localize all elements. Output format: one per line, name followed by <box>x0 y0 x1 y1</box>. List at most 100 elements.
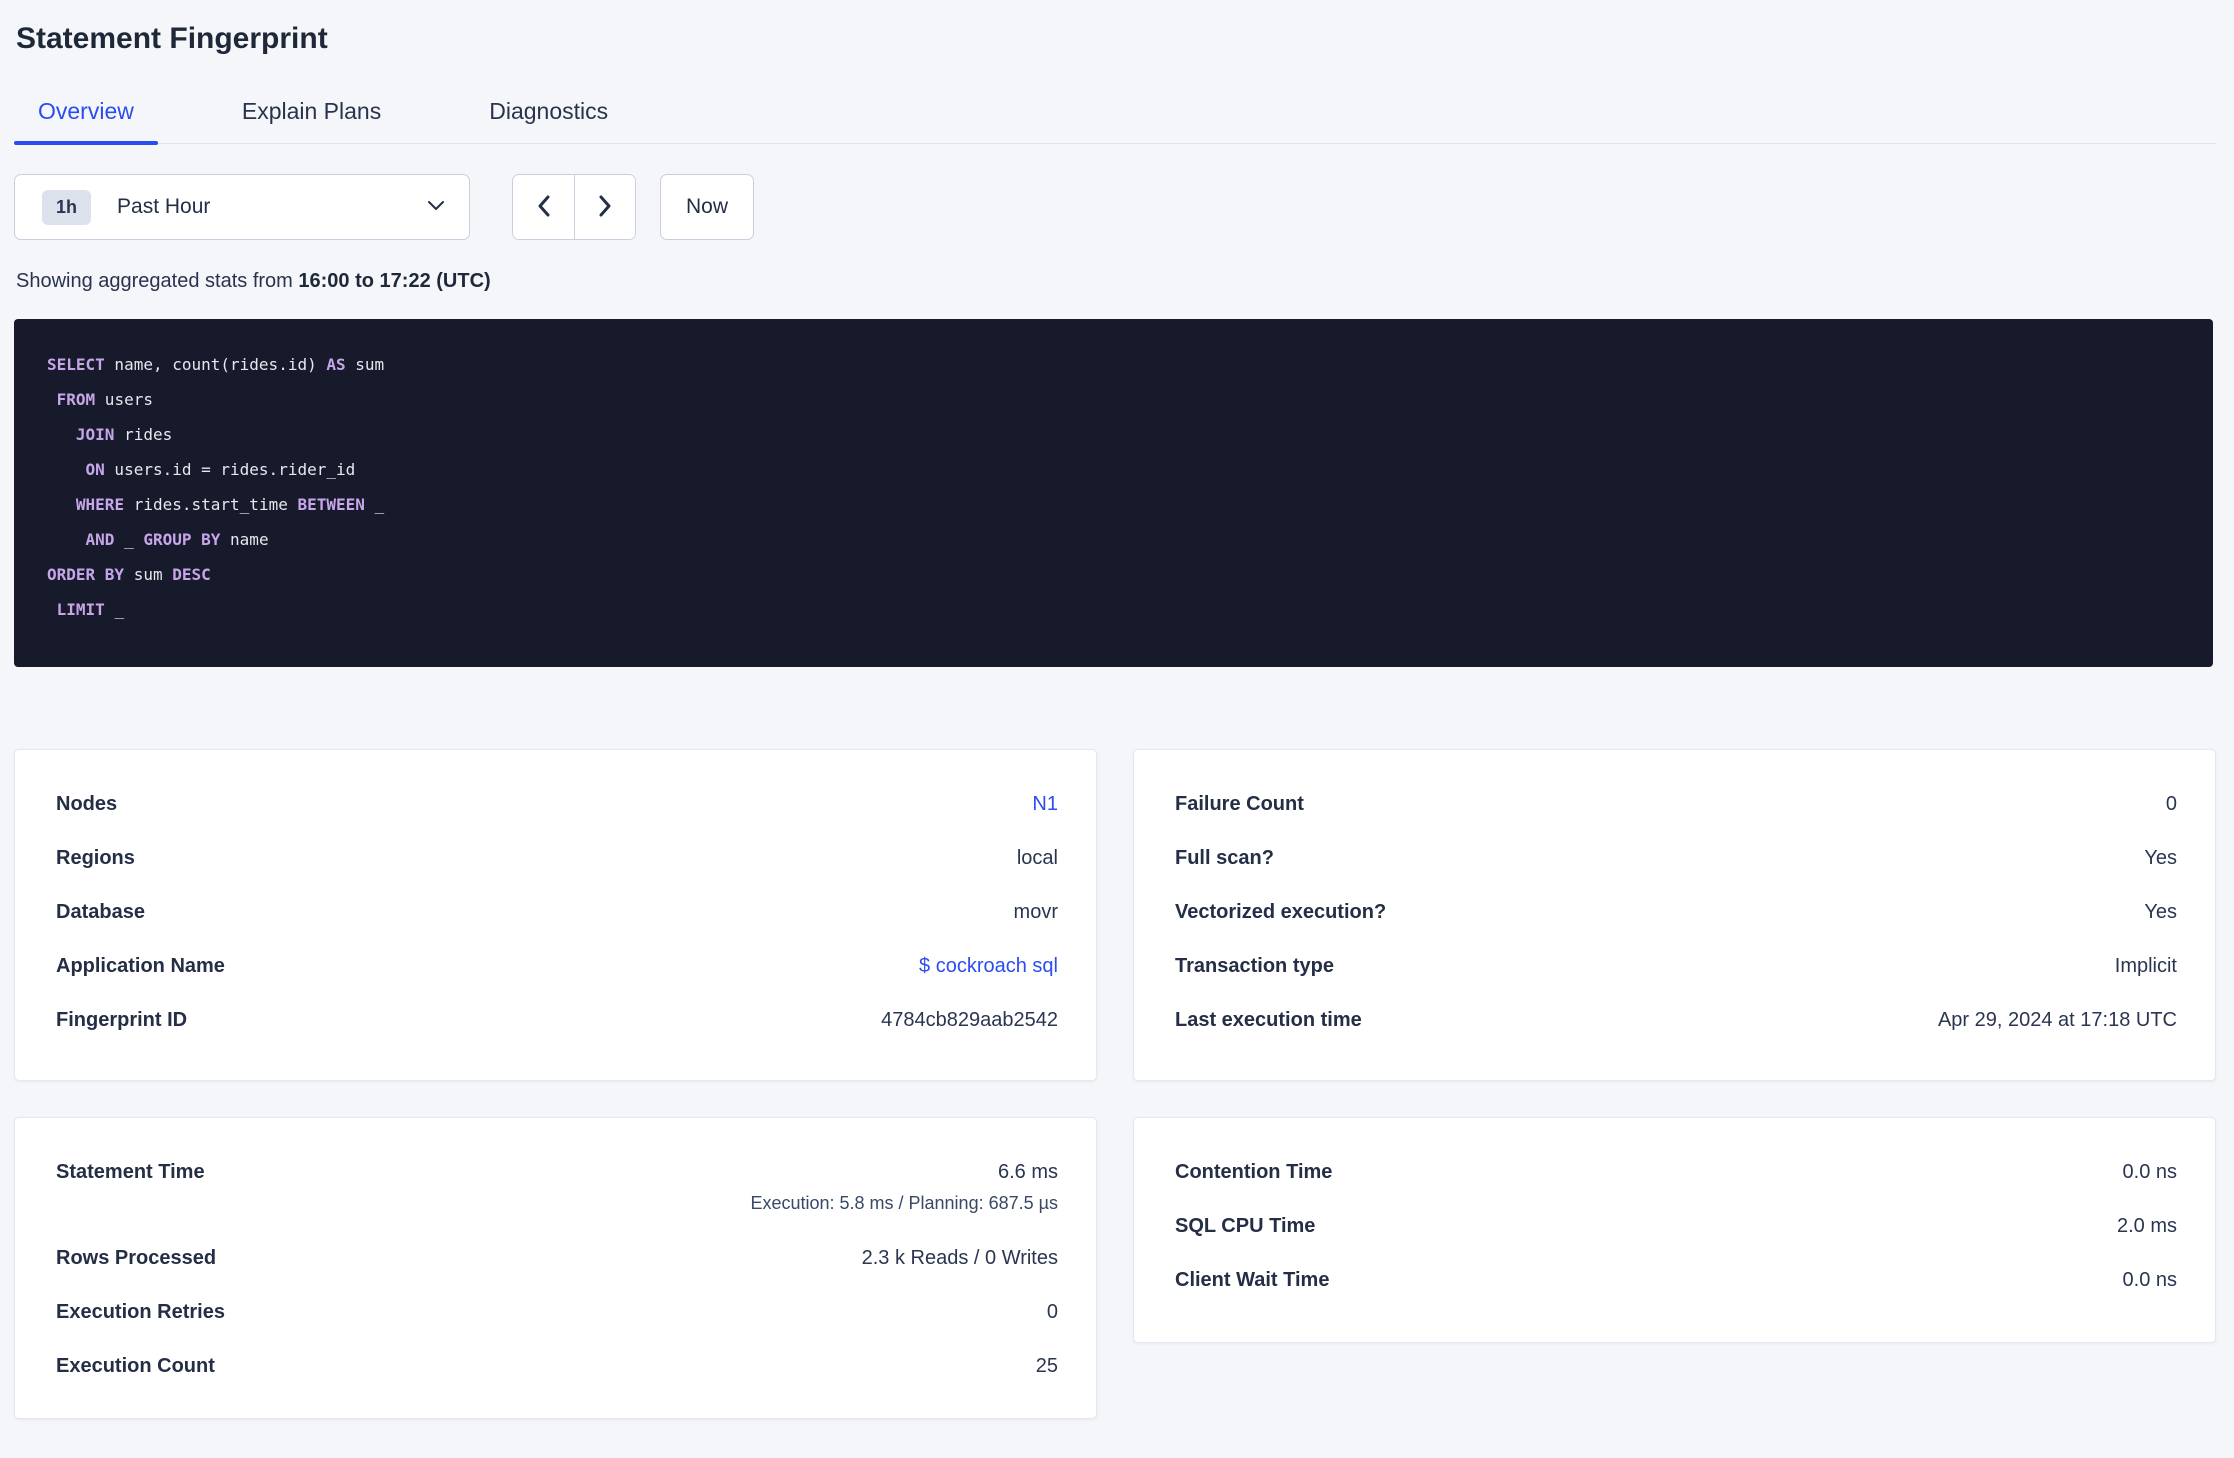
row-value: Apr 29, 2024 at 17:18 UTC <box>1937 1009 2177 1031</box>
row-value-group: N1 <box>1032 791 1058 818</box>
prev-range-button[interactable] <box>513 175 574 239</box>
statement-times-card: Statement Time 6.6 ms Execution: 5.8 ms / … <box>14 1117 1097 1419</box>
row-value: 6.6 ms <box>997 1161 1058 1183</box>
row-value: 2.3 k Reads / 0 Writes <box>861 1247 1058 1269</box>
sql-line: WHERE rides.start_time BETWEEN _ <box>75 495 385 514</box>
sql-line: SELECT name, count(rides.id) AS sum <box>47 355 385 374</box>
wait-times-card: Contention Time 0.0 ns SQL CPU Time 2.0 ms C… <box>1133 1117 2216 1343</box>
row-label: Client Wait Time <box>1175 1269 1330 1291</box>
row-value-group: 2.0 ms <box>2117 1213 2177 1240</box>
row-label: Fingerprint ID <box>56 1009 188 1031</box>
page-title: Statement Fingerprint <box>16 22 328 55</box>
row-label: Execution Count <box>56 1355 215 1377</box>
tab-overview[interactable]: Overview <box>14 98 158 145</box>
row-value: 2.0 ms <box>2116 1215 2177 1237</box>
card-row: Database movr <box>56 886 1058 940</box>
row-label: SQL CPU Time <box>1175 1215 1316 1237</box>
row-label: Full scan? <box>1175 847 1274 869</box>
row-value-group: $ cockroach sql <box>919 953 1058 980</box>
row-value-group: 2.3 k Reads / 0 Writes <box>862 1245 1058 1272</box>
card-row: Last execution time Apr 29, 2024 at 17:18… <box>1175 994 2177 1048</box>
row-label: Execution Retries <box>56 1301 225 1323</box>
summary-cards-grid: Nodes N1 Regions local Database movr Applicati… <box>14 749 2216 1419</box>
row-value-link[interactable]: $ cockroach sql <box>919 953 1058 980</box>
row-value: 0.0 ns <box>2122 1161 2177 1183</box>
card-row: Regions local <box>56 832 1058 886</box>
row-label: Vectorized execution? <box>1175 901 1387 923</box>
sql-line: ON users.id = rides.rider_id <box>85 460 356 479</box>
card-row: Execution Count 25 <box>56 1340 1058 1394</box>
row-value-group: 0 <box>1047 1299 1058 1326</box>
time-range-picker[interactable]: 1h Past Hour <box>14 174 470 240</box>
chevron-left-icon <box>537 195 551 220</box>
row-label: Database <box>56 901 145 923</box>
row-value: 4784cb829aab2542 <box>881 1009 1058 1031</box>
row-value-group: movr <box>1014 899 1058 926</box>
time-range-badge: 1h <box>42 189 92 225</box>
now-button[interactable]: Now <box>660 174 754 240</box>
row-value: 0 <box>1046 1301 1058 1323</box>
row-value-group: Yes <box>2144 845 2177 872</box>
tab-explain-plans[interactable]: Explain Plans <box>218 98 405 143</box>
row-value-group: 6.6 ms Execution: 5.8 ms / Planning: 687.… <box>750 1159 1058 1218</box>
row-label: Last execution time <box>1175 1009 1362 1031</box>
card-row: Application Name $ cockroach sql <box>56 940 1058 994</box>
row-value-group: Implicit <box>2115 953 2177 980</box>
row-value-group: Yes <box>2144 899 2177 926</box>
row-label: Failure Count <box>1175 793 1304 815</box>
row-label: Rows Processed <box>56 1247 217 1269</box>
time-controls: 1h Past Hour Now <box>14 174 2216 240</box>
tab-diagnostics[interactable]: Diagnostics <box>465 98 632 143</box>
row-subvalue: Execution: 5.8 ms / Planning: 687.5 µs <box>750 1193 1058 1213</box>
row-label: Transaction type <box>1175 955 1334 977</box>
row-value: 0 <box>2165 793 2177 815</box>
card-row: Client Wait Time 0.0 ns <box>1175 1254 2177 1308</box>
card-row: Failure Count 0 <box>1175 778 2177 832</box>
card-row: Rows Processed 2.3 k Reads / 0 Writes <box>56 1232 1058 1286</box>
row-value: Yes <box>2144 847 2177 869</box>
time-range-label: Past Hour <box>117 195 211 218</box>
card-row: SQL CPU Time 2.0 ms <box>1175 1200 2177 1254</box>
statement-details-card: Nodes N1 Regions local Database movr Applicati… <box>14 749 1097 1081</box>
row-value-group: 4784cb829aab2542 <box>881 1007 1058 1034</box>
chevron-right-icon <box>598 195 612 220</box>
sql-line: ORDER BY sum DESC <box>47 565 211 584</box>
row-label: Statement Time <box>56 1161 205 1183</box>
statement-fingerprint-page: Statement Fingerprint Overview Explain Pl… <box>0 0 2234 1419</box>
row-value-group: local <box>1017 845 1058 872</box>
card-row: Full scan? Yes <box>1175 832 2177 886</box>
sql-line: AND _ GROUP BY name <box>85 530 269 549</box>
sql-line: JOIN rides <box>75 425 173 444</box>
row-value: 25 <box>1035 1355 1058 1377</box>
sql-line: LIMIT _ <box>56 600 125 619</box>
row-label: Application Name <box>56 955 225 977</box>
row-value-group: 0 <box>2166 791 2177 818</box>
row-label: Nodes <box>56 793 118 815</box>
aggregated-stats-range: 16:00 to 17:22 (UTC) <box>298 270 491 292</box>
card-row: Contention Time 0.0 ns <box>1175 1146 2177 1200</box>
card-row: Nodes N1 <box>56 778 1058 832</box>
row-value: Yes <box>2144 901 2177 923</box>
row-value-group: 25 <box>1036 1353 1058 1380</box>
row-value-group: 0.0 ns <box>2123 1159 2177 1186</box>
row-value-link[interactable]: N1 <box>1032 791 1058 818</box>
row-value: local <box>1016 847 1058 869</box>
aggregated-stats-prefix: Showing aggregated stats from <box>16 270 299 292</box>
next-range-button[interactable] <box>574 175 635 239</box>
sql-line: FROM users <box>56 390 153 409</box>
card-row: Vectorized execution? Yes <box>1175 886 2177 940</box>
card-row: Statement Time 6.6 ms Execution: 5.8 ms / … <box>56 1146 1058 1232</box>
card-row: Execution Retries 0 <box>56 1286 1058 1340</box>
row-value-group: 0.0 ns <box>2123 1267 2177 1294</box>
row-value: movr <box>1013 901 1058 923</box>
aggregated-stats-text: Showing aggregated stats from 16:00 to 1… <box>14 270 2216 293</box>
row-value: Implicit <box>2114 955 2177 977</box>
row-value-group: Apr 29, 2024 at 17:18 UTC <box>1938 1007 2177 1034</box>
time-range-step-group <box>512 174 636 240</box>
sql-statement-box: SELECT name, count(rides.id) AS sum FROM… <box>14 319 2213 667</box>
tab-bar: Overview Explain Plans Diagnostics <box>14 98 2216 145</box>
card-row: Transaction type Implicit <box>1175 940 2177 994</box>
row-label: Regions <box>56 847 135 869</box>
row-value: 0.0 ns <box>2122 1269 2177 1291</box>
row-label: Contention Time <box>1175 1161 1333 1183</box>
